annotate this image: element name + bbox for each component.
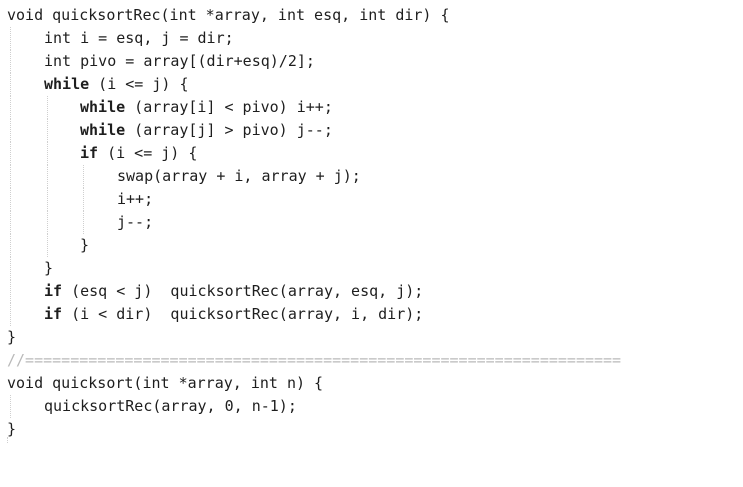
code-line: swap(array + i, array + j); [0,165,743,188]
indent-guide [47,188,48,211]
indent-guide [10,395,11,418]
indent-guide [47,234,48,257]
indent-guide [10,188,11,211]
indent-guide [47,165,48,188]
code-line: if (esq < j) quicksortRec(array, esq, j)… [0,280,743,303]
indent-guide [10,73,11,96]
code-text: } [44,259,54,277]
code-line: while (array[i] < pivo) i++; [0,96,743,119]
keyword: while [80,121,126,139]
code-statement: if (i < dir) quicksortRec(array, i, dir)… [44,303,423,326]
code-text: (i <= j) { [98,144,198,162]
code-statement: if (i <= j) { [80,142,197,165]
indent-guide [47,142,48,165]
indent-guide [83,211,84,234]
code-line: int i = esq, j = dir; [0,27,743,50]
code-text: int pivo = array[(dir+esq)/2]; [44,52,315,70]
code-line: if (i <= j) { [0,142,743,165]
indent-guide [10,303,11,326]
keyword: if [44,282,63,300]
code-line: j--; [0,211,743,234]
code-editor[interactable]: void quicksortRec(int *array, int esq, i… [0,0,743,443]
keyword: if [44,305,63,323]
indent-guide [10,142,11,165]
indent-guide [10,280,11,303]
keyword: while [44,75,90,93]
code-text: int i = esq, j = dir; [44,29,234,47]
indent-guide [10,50,11,73]
keyword: if [80,144,99,162]
code-text: void quicksort(int *array, int n) { [7,374,324,392]
code-text: (i <= j) { [89,75,189,93]
indent-guide [83,165,84,188]
code-line: while (i <= j) { [0,73,743,96]
keyword: while [80,98,126,116]
code-statement: if (esq < j) quicksortRec(array, esq, j)… [44,280,423,303]
code-statement: while (array[j] > pivo) j--; [80,119,333,142]
code-text: (array[j] > pivo) j--; [125,121,333,139]
indent-guide [47,96,48,119]
code-line: i++; [0,188,743,211]
code-line: quicksortRec(array, 0, n-1); [0,395,743,418]
code-text: void quicksortRec(int *array, int esq, i… [7,6,450,24]
code-text: i++; [117,190,154,208]
indent-guide [10,165,11,188]
code-line: } [0,418,743,441]
code-text: (esq < j) quicksortRec(array, esq, j); [62,282,424,300]
indent-guide [10,96,11,119]
code-line: } [0,234,743,257]
code-line: int pivo = array[(dir+esq)/2]; [0,50,743,73]
separator-comment: //======================================… [7,351,622,369]
indent-guide [7,437,11,443]
code-line: if (i < dir) quicksortRec(array, i, dir)… [0,303,743,326]
code-line: } [0,257,743,280]
indent-guide [47,119,48,142]
code-line: } [0,326,743,349]
code-text: j--; [117,213,154,231]
code-line: while (array[j] > pivo) j--; [0,119,743,142]
code-line: void quicksort(int *array, int n) { [0,372,743,395]
code-text: swap(array + i, array + j); [117,167,361,185]
indent-guide [47,211,48,234]
indent-guide [10,234,11,257]
separator-comment-line: //======================================… [0,349,743,372]
code-text: (array[i] < pivo) i++; [125,98,333,116]
code-text: } [7,328,17,346]
code-line: void quicksortRec(int *array, int esq, i… [0,4,743,27]
code-text: quicksortRec(array, 0, n-1); [44,397,297,415]
code-text: (i < dir) quicksortRec(array, i, dir); [62,305,424,323]
code-text: } [80,236,90,254]
indent-guide [10,27,11,50]
indent-guide [83,188,84,211]
indent-guide [10,211,11,234]
indent-guide [10,119,11,142]
indent-guide [10,257,11,280]
code-statement: while (i <= j) { [44,73,189,96]
code-statement: while (array[i] < pivo) i++; [80,96,333,119]
